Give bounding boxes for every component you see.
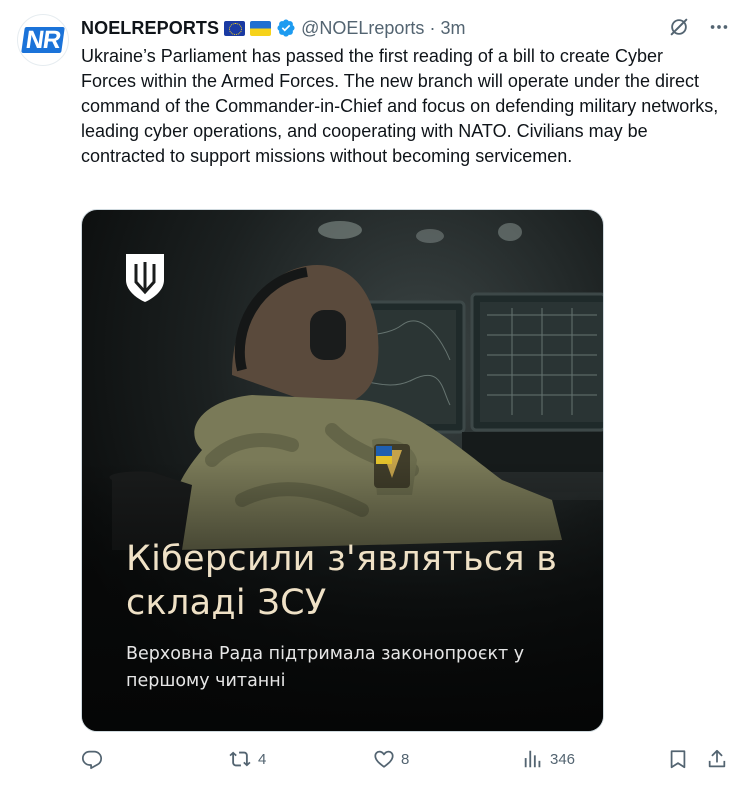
reply-icon [81, 750, 103, 770]
ukraine-flag-icon [250, 20, 272, 36]
display-name[interactable]: NOELREPORTS [81, 18, 219, 39]
grok-icon[interactable] [668, 16, 690, 38]
views-chart-icon [524, 750, 541, 768]
handle[interactable]: @NOELreports [301, 18, 424, 39]
media-subtitle: Верховна Рада підтримала законопроєкт у … [126, 644, 525, 691]
action-bar: 4 8 346 [81, 748, 731, 774]
bookmark-button[interactable] [667, 748, 689, 770]
like-count: 8 [401, 750, 410, 768]
eu-flag-icon [224, 20, 246, 36]
separator-dot: · [429, 17, 436, 38]
bookmark-icon [670, 750, 686, 769]
views-button[interactable]: 346 [522, 748, 575, 770]
verified-badge-icon[interactable] [276, 18, 296, 38]
more-dots-icon[interactable] [708, 16, 730, 38]
like-button[interactable]: 8 [373, 748, 409, 770]
tweet-header: NOELREPORTS @NOELreports · 3m [81, 15, 465, 41]
repost-icon [229, 751, 251, 767]
repost-button[interactable]: 4 [228, 748, 266, 770]
media-headline: Кіберсили з'являться в складі ЗСУ [126, 539, 558, 623]
share-button[interactable] [706, 748, 728, 770]
timestamp[interactable]: 3m [440, 18, 465, 39]
avatar-logo: NR [21, 26, 65, 54]
top-actions [668, 16, 730, 38]
views-count: 346 [550, 750, 576, 768]
tweet-text: Ukraine’s Parliament has passed the firs… [81, 46, 719, 166]
heart-icon [374, 750, 394, 768]
avatar[interactable]: NR [17, 14, 69, 66]
reply-button[interactable] [81, 748, 109, 770]
repost-count: 4 [258, 750, 267, 768]
tweet-media-image[interactable]: Кіберсили з'являться в складі ЗСУ Верхов… [81, 209, 604, 732]
share-icon [708, 749, 726, 768]
tryzub-emblem-icon [126, 254, 164, 302]
